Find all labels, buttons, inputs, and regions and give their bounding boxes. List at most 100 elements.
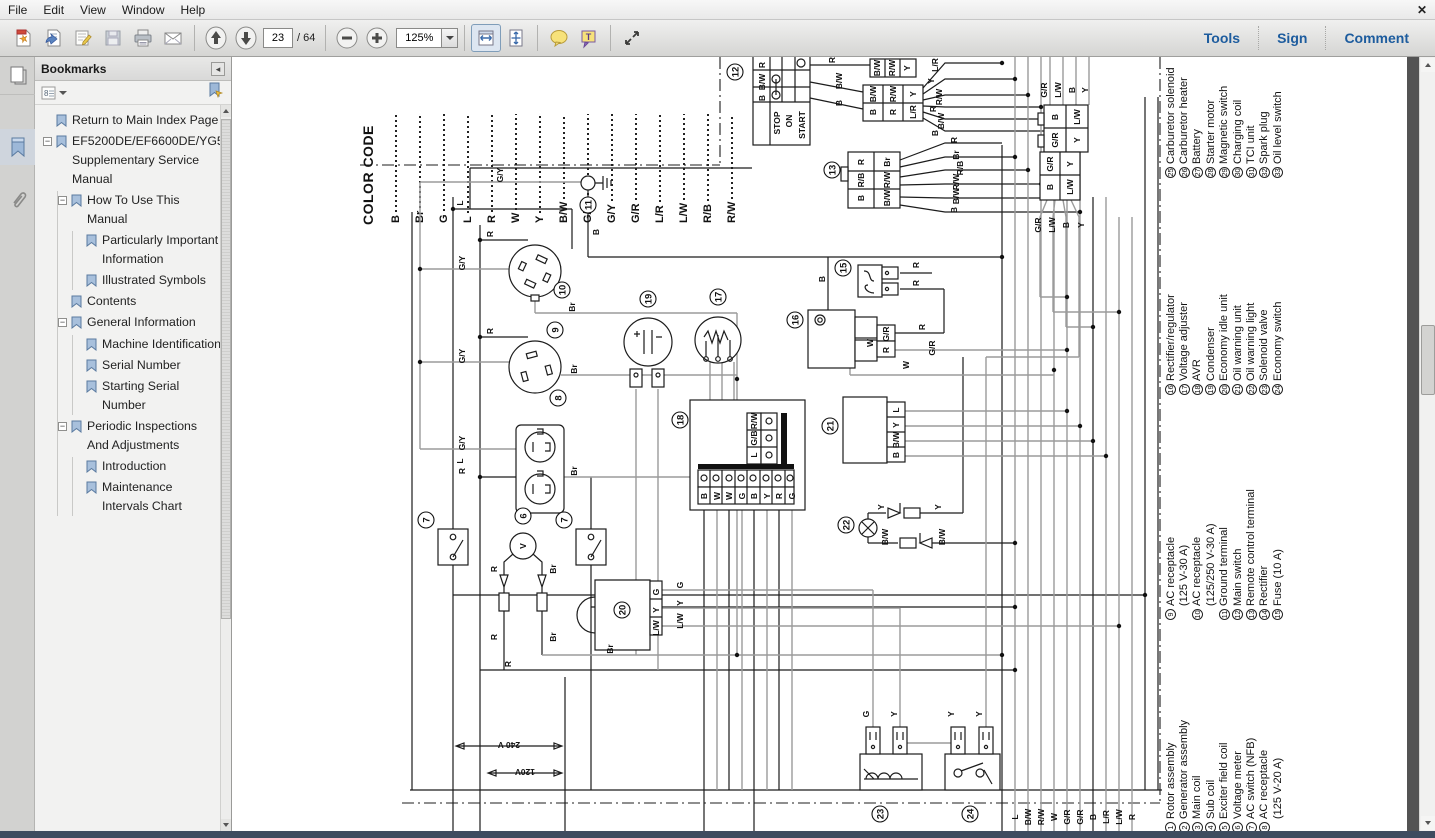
scroll-up-icon[interactable] bbox=[221, 105, 231, 117]
print-icon[interactable] bbox=[128, 24, 158, 52]
svg-text:R: R bbox=[489, 566, 499, 572]
svg-text:Br: Br bbox=[605, 644, 615, 654]
menu-view[interactable]: View bbox=[72, 1, 114, 19]
page-thumbnails-icon[interactable] bbox=[0, 57, 35, 95]
menu-window[interactable]: Window bbox=[114, 1, 173, 19]
bookmark-children: Particularly Important Information Illus… bbox=[72, 231, 221, 291]
svg-text:R: R bbox=[1127, 814, 1137, 820]
bookmark-options-icon[interactable]: 8 bbox=[41, 86, 67, 100]
svg-text:R: R bbox=[881, 347, 891, 353]
comment-bubble-icon[interactable] bbox=[544, 24, 574, 52]
collapse-minus-icon[interactable]: − bbox=[58, 421, 67, 431]
bookmark-item[interactable]: Illustrated Symbols bbox=[73, 271, 221, 290]
collapse-minus-icon[interactable]: − bbox=[43, 137, 52, 147]
bookmarks-scrollbar[interactable] bbox=[220, 105, 231, 831]
svg-text:G/B: G/B bbox=[749, 430, 759, 445]
menu-file[interactable]: File bbox=[0, 1, 35, 19]
svg-text:W: W bbox=[1049, 812, 1059, 821]
svg-text:G/R: G/R bbox=[1062, 809, 1072, 824]
bookmark-item[interactable]: − Periodic Inspections And Adjustments bbox=[58, 417, 221, 455]
fit-page-icon[interactable] bbox=[501, 24, 531, 52]
svg-text:19: 19 bbox=[644, 294, 655, 305]
bookmarks-title: Bookmarks bbox=[41, 61, 107, 76]
bookmark-icon bbox=[86, 234, 97, 248]
svg-text:Y: Y bbox=[1072, 137, 1082, 143]
svg-text:START: START bbox=[797, 110, 807, 139]
bookmarks-panel: Bookmarks ◂ 8 Return to Main Index Page … bbox=[35, 57, 232, 831]
svg-text:B: B bbox=[817, 276, 827, 282]
bookmark-item[interactable]: Serial Number bbox=[73, 356, 221, 375]
bookmark-item[interactable]: Return to Main Index Page bbox=[43, 111, 221, 130]
svg-text:Y: Y bbox=[1076, 222, 1086, 228]
fullscreen-icon[interactable] bbox=[617, 24, 647, 52]
text-callout-icon[interactable]: T bbox=[574, 24, 604, 52]
tab-sign[interactable]: Sign bbox=[1259, 30, 1325, 46]
bookmark-item[interactable]: Machine Identification bbox=[73, 335, 221, 354]
svg-text:L: L bbox=[1010, 814, 1020, 819]
page-up-icon[interactable] bbox=[201, 24, 231, 52]
svg-text:Y: Y bbox=[926, 78, 936, 84]
svg-text:Br: Br bbox=[548, 564, 558, 574]
page-number-input[interactable]: 23 bbox=[263, 28, 293, 48]
document-scrollbar[interactable] bbox=[1419, 57, 1435, 831]
svg-text:L/W: L/W bbox=[675, 612, 685, 629]
bookmark-item[interactable]: Maintenance Intervals Chart bbox=[73, 478, 221, 516]
menu-edit[interactable]: Edit bbox=[35, 1, 72, 19]
svg-text:R/B: R/B bbox=[856, 173, 866, 188]
tab-tools[interactable]: Tools bbox=[1186, 30, 1258, 46]
svg-text:R: R bbox=[503, 661, 513, 667]
circled-12: 12 bbox=[726, 63, 744, 81]
scroll-down-icon[interactable] bbox=[1421, 816, 1435, 830]
svg-text:L/W: L/W bbox=[1065, 178, 1075, 195]
bookmarks-toolbar: 8 bbox=[35, 81, 231, 105]
svg-text:R: R bbox=[774, 493, 784, 499]
fit-width-icon[interactable] bbox=[471, 24, 502, 52]
menu-help[interactable]: Help bbox=[173, 1, 214, 19]
new-bookmark-icon[interactable] bbox=[207, 82, 225, 103]
svg-text:B: B bbox=[1050, 114, 1060, 120]
zoom-dropdown[interactable] bbox=[442, 28, 459, 48]
bookmark-item[interactable]: Introduction bbox=[73, 457, 221, 476]
svg-text:Br: Br bbox=[569, 466, 579, 476]
close-icon[interactable]: ✕ bbox=[1417, 3, 1427, 17]
zoom-out-icon[interactable] bbox=[332, 24, 362, 52]
bookmark-item[interactable]: Starting Serial Number bbox=[73, 377, 221, 415]
create-pdf-icon[interactable] bbox=[8, 24, 38, 52]
edit-note-icon[interactable] bbox=[68, 24, 98, 52]
page-down-icon[interactable] bbox=[231, 24, 261, 52]
wiring-diagram: 240 V 120V 6 7 7 8 9 10 11 12 13 15 16 1… bbox=[360, 57, 1162, 831]
tab-comment[interactable]: Comment bbox=[1326, 30, 1427, 46]
svg-text:12: 12 bbox=[731, 67, 742, 78]
collapse-minus-icon[interactable]: − bbox=[58, 318, 67, 328]
scroll-up-icon[interactable] bbox=[1421, 58, 1435, 72]
bookmark-item[interactable]: − General Information bbox=[58, 313, 221, 332]
scrollbar-thumb[interactable] bbox=[1421, 325, 1435, 395]
circled-9: 9 bbox=[546, 321, 564, 339]
svg-text:B: B bbox=[856, 195, 866, 201]
pdf-page[interactable]: COLOR CODE B Br G L R W Y B/W G/B G/Y G/… bbox=[232, 57, 1407, 831]
save-icon[interactable] bbox=[98, 24, 128, 52]
svg-text:G: G bbox=[651, 588, 661, 595]
scrollbar-thumb[interactable] bbox=[221, 119, 231, 619]
bookmark-item[interactable]: Particularly Important Information bbox=[73, 231, 221, 269]
scroll-down-icon[interactable] bbox=[221, 819, 231, 831]
attachments-icon[interactable] bbox=[0, 183, 35, 219]
svg-text:B: B bbox=[949, 207, 959, 213]
condenser bbox=[623, 317, 673, 388]
email-icon[interactable] bbox=[158, 24, 188, 52]
bookmark-item[interactable]: − How To Use This Manual bbox=[58, 191, 221, 229]
share-file-icon[interactable] bbox=[38, 24, 68, 52]
bookmarks-panel-icon[interactable] bbox=[0, 129, 35, 165]
svg-text:G: G bbox=[787, 492, 797, 499]
zoom-level-input[interactable]: 125% bbox=[396, 28, 443, 48]
bookmark-item[interactable]: − EF5200DE/EF6600DE/YG5200D/YG6600D/YG66… bbox=[43, 132, 221, 189]
collapse-minus-icon[interactable]: − bbox=[58, 196, 67, 206]
svg-text:R: R bbox=[827, 57, 837, 63]
zoom-in-icon[interactable] bbox=[362, 24, 392, 52]
svg-text:8: 8 bbox=[44, 89, 49, 98]
bookmark-item[interactable]: Contents bbox=[58, 292, 221, 311]
collapse-panel-icon[interactable]: ◂ bbox=[211, 61, 225, 76]
svg-text:22: 22 bbox=[842, 520, 853, 531]
svg-text:B/W: B/W bbox=[1023, 808, 1033, 826]
svg-text:R: R bbox=[911, 280, 921, 286]
